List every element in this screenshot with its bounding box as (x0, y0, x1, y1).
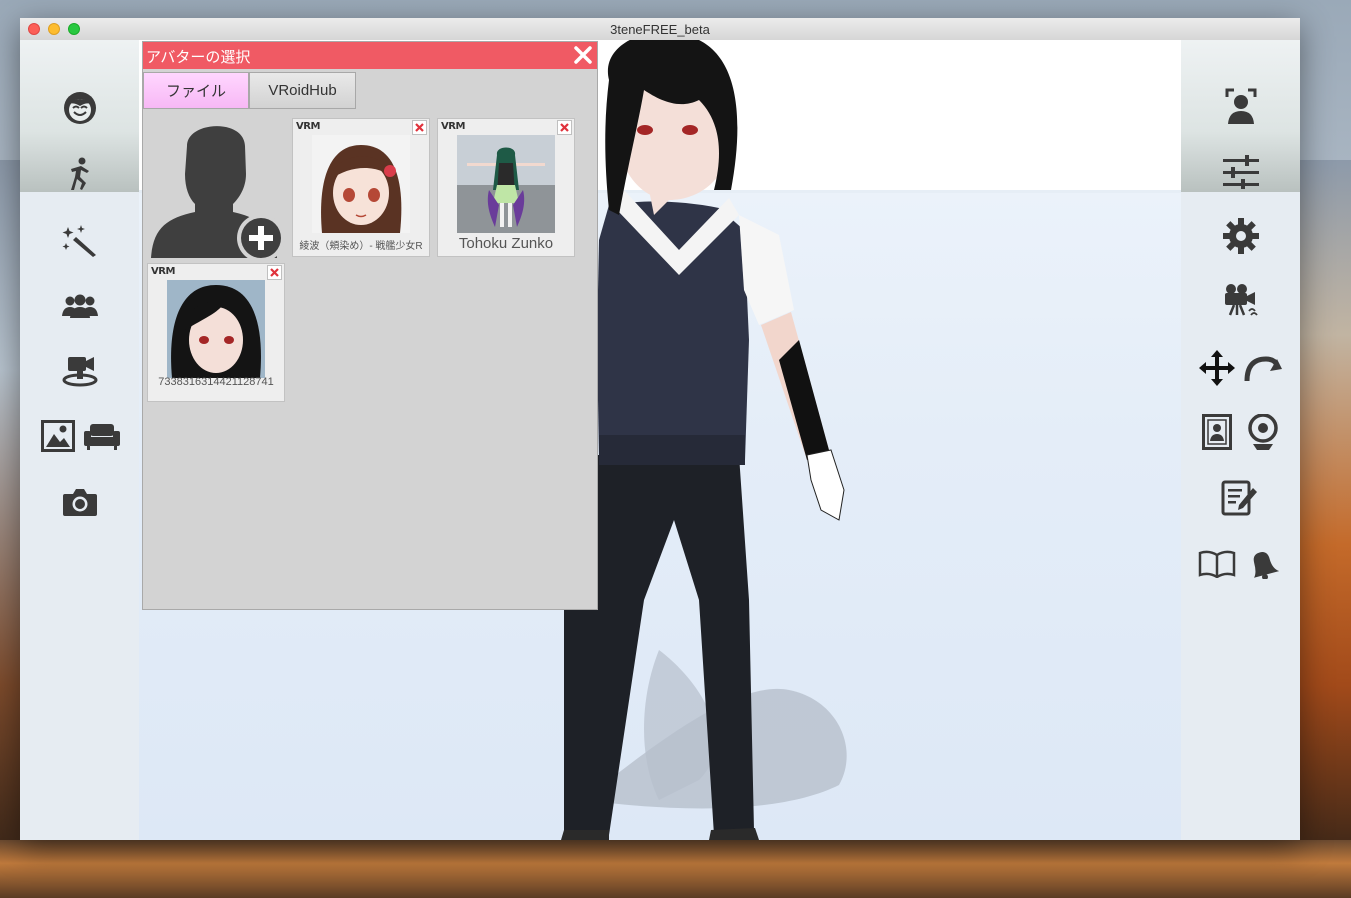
avatar-name: 7338316314421128741 (158, 376, 274, 388)
desktop-background-bottom (0, 840, 1351, 898)
avatar-name: Tohoku Zunko (458, 235, 554, 252)
rotate-icon[interactable] (1243, 348, 1283, 388)
gear-icon[interactable] (1221, 216, 1261, 256)
title-bar[interactable]: 3teneFREE_beta (20, 18, 1300, 41)
effects-wand-icon[interactable] (60, 220, 100, 260)
bell-icon[interactable] (1243, 544, 1283, 584)
sliders-icon[interactable] (1219, 150, 1263, 194)
window-minimize-button[interactable] (48, 23, 60, 35)
face-tracking-icon[interactable] (1221, 86, 1261, 126)
vrm-tag: VRM (441, 121, 465, 132)
right-toolbar (1181, 40, 1300, 840)
book-icon[interactable] (1197, 544, 1237, 584)
portrait-frame-icon[interactable] (1197, 412, 1237, 452)
app-window: 3teneFREE_beta アバターの選択 ファイル VRoidHub VRM… (20, 18, 1300, 840)
avatar-card[interactable]: VRM 綾波（頬染め）- 戦艦少女R (292, 118, 430, 257)
delete-avatar-button[interactable] (557, 120, 572, 135)
avatar-name: 綾波（頬染め）- 戦艦少女R (299, 241, 423, 252)
avatar-thumbnail (312, 135, 410, 233)
pose-icon[interactable] (60, 154, 100, 194)
video-camera-icon[interactable] (1221, 280, 1261, 320)
tab-vroidhub[interactable]: VRoidHub (249, 72, 356, 109)
avatar-thumbnail (457, 135, 555, 233)
window-title: 3teneFREE_beta (610, 21, 710, 37)
close-icon (560, 123, 569, 132)
webcam-icon[interactable] (1243, 412, 1283, 452)
vrm-tag: VRM (296, 121, 320, 132)
close-icon (270, 268, 279, 277)
delete-avatar-button[interactable] (267, 265, 282, 280)
avatar-card[interactable]: VRM 7338316314421128741 (147, 263, 285, 402)
tab-file[interactable]: ファイル (143, 72, 249, 109)
move-arrows-icon[interactable] (1197, 348, 1237, 388)
dialog-title: アバターの選択 (146, 49, 251, 66)
dialog-header[interactable]: アバターの選択 (143, 42, 597, 69)
camera-stage-icon[interactable] (60, 350, 100, 390)
vrm-tag: VRM (151, 266, 175, 277)
avatar-select-dialog: アバターの選択 ファイル VRoidHub VRM 綾波（頬染め）- 戦艦少女R… (142, 41, 598, 610)
close-icon (415, 123, 424, 132)
window-close-button[interactable] (28, 23, 40, 35)
avatar-card[interactable]: VRM Tohoku Zunko (437, 118, 575, 257)
desktop-background-right (1300, 160, 1351, 860)
face-icon[interactable] (60, 88, 100, 128)
sofa-icon[interactable] (82, 416, 122, 456)
window-maximize-button[interactable] (68, 23, 80, 35)
background-image-icon[interactable] (38, 416, 78, 456)
delete-avatar-button[interactable] (412, 120, 427, 135)
camera-icon[interactable] (60, 482, 100, 522)
avatar-thumbnail (167, 280, 265, 378)
dialog-close-icon[interactable] (573, 45, 593, 65)
add-avatar-button[interactable] (149, 116, 287, 262)
desktop-background-left (0, 160, 20, 860)
edit-note-icon[interactable] (1219, 478, 1259, 518)
left-toolbar (20, 40, 139, 840)
group-icon[interactable] (60, 286, 100, 326)
